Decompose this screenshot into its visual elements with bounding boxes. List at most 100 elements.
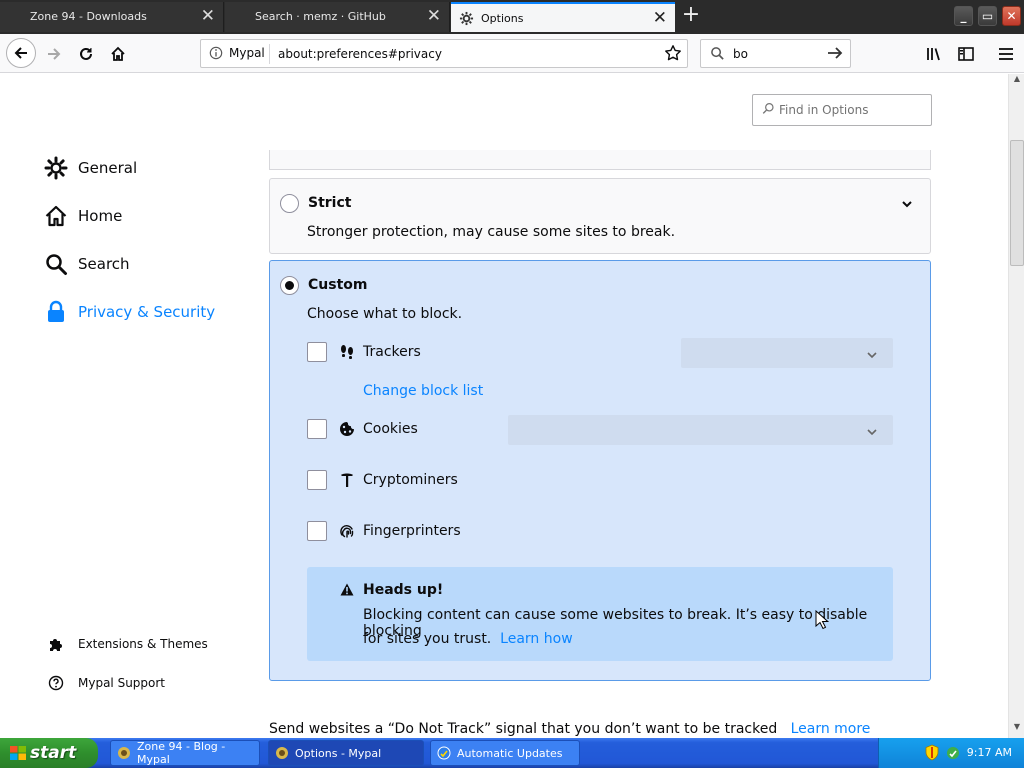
site-identity[interactable]: Mypal <box>209 46 265 60</box>
hamburger-menu-icon <box>999 48 1013 60</box>
help-icon <box>48 675 64 691</box>
strict-protection-card[interactable]: Strict Stronger protection, may cause so… <box>269 178 931 254</box>
chevron-down-icon <box>867 348 877 363</box>
scroll-thumb[interactable] <box>1010 140 1024 266</box>
minimize-button[interactable]: _ <box>954 6 973 26</box>
reload-icon <box>80 47 92 60</box>
find-in-options-input[interactable]: Find in Options <box>752 94 932 126</box>
url-text[interactable]: about:preferences#privacy <box>278 47 442 61</box>
menu-button[interactable] <box>992 40 1020 68</box>
network-icon[interactable] <box>945 745 961 765</box>
mypal-support-label: Mypal Support <box>78 676 166 690</box>
standard-card-bottom <box>269 150 931 170</box>
start-button[interactable]: start <box>0 738 98 768</box>
lock-icon <box>48 300 64 322</box>
arrow-left-icon <box>14 47 27 59</box>
category-home[interactable]: Home <box>44 204 122 228</box>
search-input[interactable]: bo <box>733 47 748 61</box>
custom-title: Custom <box>308 277 368 293</box>
search-bar[interactable]: bo <box>700 39 851 68</box>
taskbar-item-zone94-blog[interactable]: Zone 94 - Blog - Mypal <box>110 740 260 766</box>
taskbar-item-automatic-updates[interactable]: Automatic Updates <box>430 740 580 766</box>
tab-options[interactable]: Options ✕ <box>451 2 675 32</box>
pickaxe-icon <box>340 472 354 492</box>
heads-up-body-line2: for sites you trust. Learn how <box>363 631 573 647</box>
mypal-support-link[interactable]: Mypal Support <box>48 675 165 691</box>
custom-description: Choose what to block. <box>307 306 463 322</box>
tab-close-icon[interactable]: ✕ <box>201 7 215 25</box>
tab-zone94-downloads[interactable]: Zone 94 - Downloads ✕ <box>0 2 224 32</box>
restore-button[interactable]: ▭ <box>978 6 997 26</box>
info-icon <box>209 46 223 60</box>
back-button[interactable] <box>6 38 36 68</box>
fingerprint-icon <box>339 523 355 543</box>
heads-up-title: Heads up! <box>363 582 444 598</box>
trackers-label: Trackers <box>363 344 421 360</box>
library-icon <box>927 48 940 61</box>
tab-title: Search · memz · GitHub <box>255 10 386 23</box>
windows-taskbar: start Zone 94 - Blog - Mypal Options - M… <box>0 738 1024 768</box>
bookmark-star-button[interactable] <box>664 44 682 66</box>
taskbar-item-label: Automatic Updates <box>457 746 563 760</box>
start-label: start <box>30 743 77 763</box>
search-go-button[interactable] <box>826 45 844 65</box>
trackers-checkbox[interactable] <box>307 342 327 362</box>
tab-close-icon[interactable]: ✕ <box>427 7 441 25</box>
window-close-button[interactable]: ✕ <box>1002 6 1021 26</box>
category-label: General <box>78 159 138 177</box>
learn-more-link[interactable]: Learn more <box>791 721 871 737</box>
navigation-toolbar: Mypal about:preferences#privacy bo <box>0 34 1024 73</box>
home-button[interactable] <box>104 40 132 68</box>
mypal-app-icon <box>117 746 131 760</box>
trackers-dropdown[interactable] <box>681 338 893 368</box>
category-label: Search <box>78 255 130 273</box>
heads-up-body-line2-text: for sites you trust. <box>363 631 492 647</box>
preferences-page: Find in Options General Home Search Priv… <box>0 74 1008 738</box>
cookies-dropdown[interactable] <box>508 415 893 445</box>
tab-strip: Zone 94 - Downloads ✕ Search · memz · Gi… <box>0 0 1024 34</box>
security-shield-icon[interactable] <box>925 744 939 765</box>
search-icon <box>710 46 725 65</box>
tab-title: Options <box>481 12 524 25</box>
scroll-up-arrow[interactable]: ▲ <box>1009 74 1024 89</box>
system-clock: 9:17 AM <box>966 746 1012 759</box>
cryptominers-checkbox[interactable] <box>307 470 327 490</box>
strict-title: Strict <box>308 195 352 211</box>
home-icon <box>45 205 67 227</box>
taskbar-item-label: Zone 94 - Blog - Mypal <box>137 740 226 766</box>
custom-protection-card[interactable]: Custom Choose what to block. Trackers Ch… <box>269 260 931 681</box>
category-search[interactable]: Search <box>44 252 130 276</box>
change-block-list-link[interactable]: Change block list <box>363 383 483 399</box>
reload-button[interactable] <box>72 40 100 68</box>
find-in-options-placeholder: Find in Options <box>779 103 869 117</box>
taskbar-item-options[interactable]: Options - Mypal <box>268 740 424 766</box>
home-icon <box>111 46 125 61</box>
strict-radio[interactable] <box>280 194 299 213</box>
tab-github-search[interactable]: Search · memz · GitHub ✕ <box>225 2 450 32</box>
windows-update-icon <box>437 746 451 760</box>
chevron-down-icon <box>867 425 877 440</box>
category-general[interactable]: General <box>44 156 137 180</box>
gear-icon <box>44 156 68 180</box>
fingerprinters-checkbox[interactable] <box>307 521 327 541</box>
sidebar-icon <box>958 47 974 61</box>
sidebar-toggle-button[interactable] <box>952 40 980 68</box>
learn-how-link[interactable]: Learn how <box>500 631 572 647</box>
new-tab-button[interactable]: + <box>680 4 702 28</box>
library-button[interactable] <box>920 40 948 68</box>
footprints-icon <box>340 344 354 364</box>
extensions-themes-link[interactable]: Extensions & Themes <box>48 636 208 652</box>
vertical-scrollbar[interactable]: ▲ ▼ <box>1008 74 1024 738</box>
cryptominers-label: Cryptominers <box>363 472 458 488</box>
chevron-down-icon[interactable] <box>902 197 912 212</box>
tab-close-icon[interactable]: ✕ <box>653 9 667 27</box>
arrow-right-icon <box>48 48 61 60</box>
scroll-down-arrow[interactable]: ▼ <box>1009 722 1024 737</box>
mouse-cursor-icon <box>815 609 830 634</box>
forward-button[interactable] <box>40 40 68 68</box>
url-bar[interactable]: Mypal about:preferences#privacy <box>200 39 688 68</box>
cookies-checkbox[interactable] <box>307 419 327 439</box>
warning-icon <box>340 583 354 600</box>
category-privacy-security[interactable]: Privacy & Security <box>44 300 215 324</box>
custom-radio[interactable] <box>280 276 299 295</box>
